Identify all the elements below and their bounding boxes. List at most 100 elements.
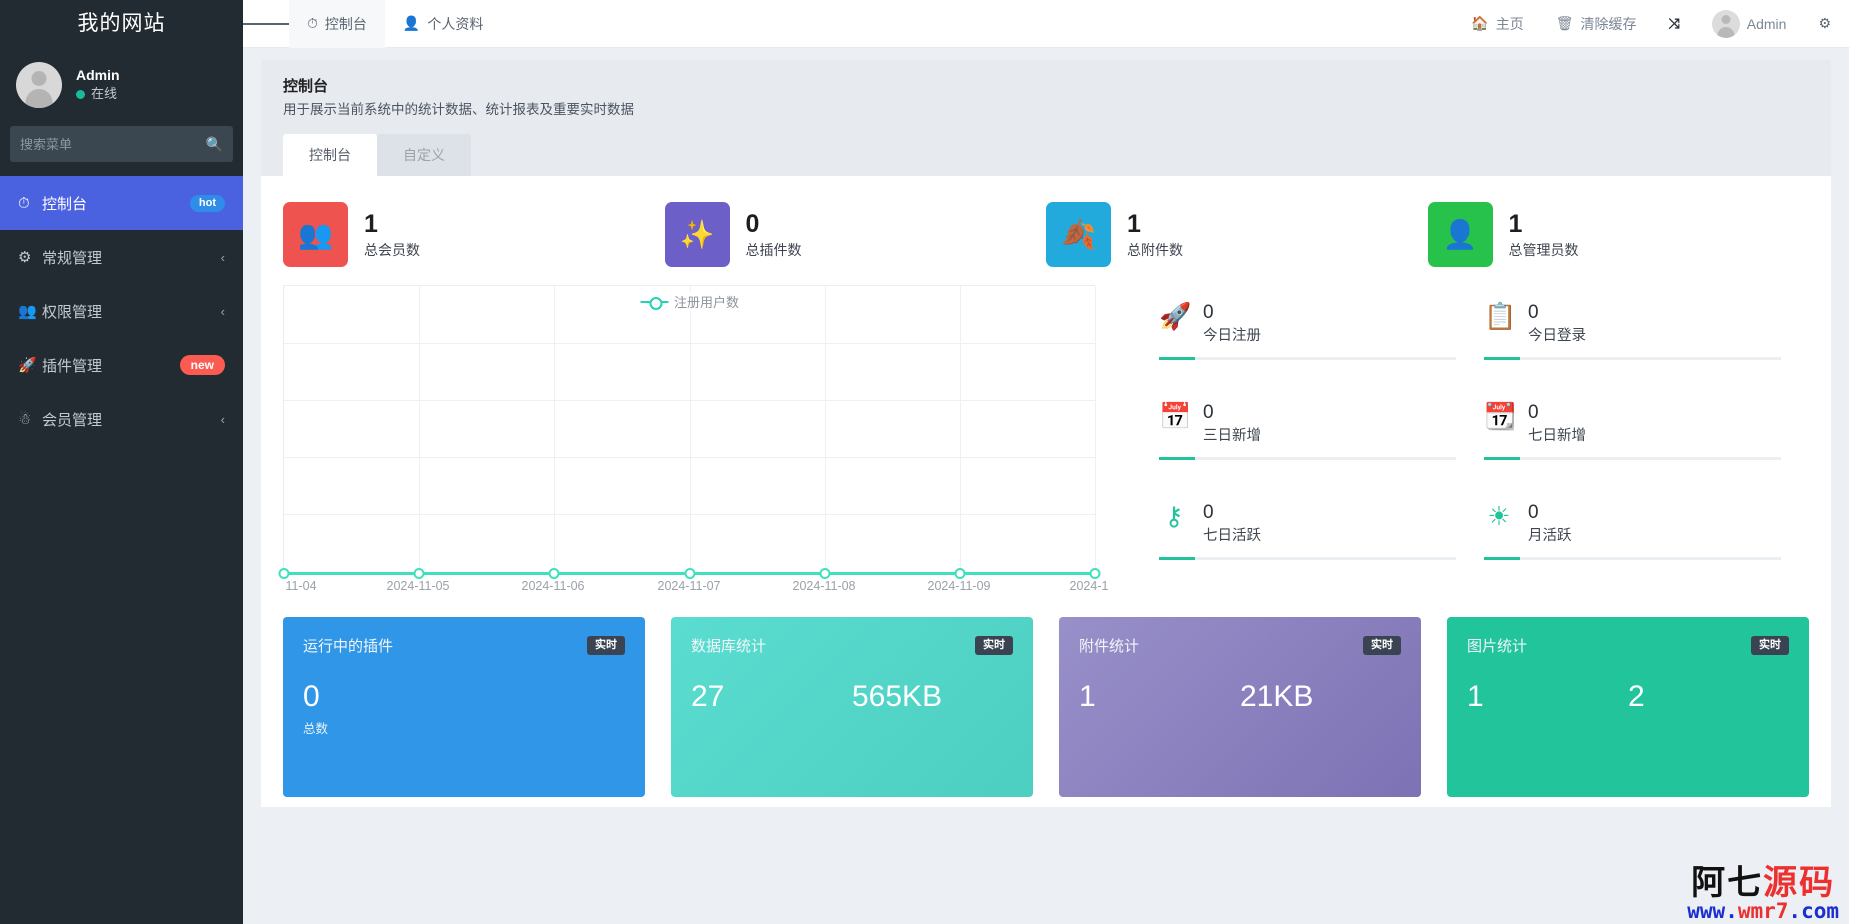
page-description: 用于展示当前系统中的统计数据、统计报表及重要实时数据 [283,98,1809,122]
users-group-icon: 👥 [18,302,42,320]
sidebar-item-label: 会员管理 [42,409,221,430]
sidebar-item-general[interactable]: ⚙ 常规管理 ‹ [0,230,243,284]
card-title: 运行中的插件 [303,635,393,656]
chart-x-axis: 11-04 2024-11-05 2024-11-06 2024-11-07 2… [283,575,1095,601]
id-card-icon: 📋 [1484,301,1514,331]
chart-legend[interactable]: 注册用户数 [634,292,745,311]
mini-stat-value: 0 [1203,301,1261,325]
tab-dashboard-label: 控制台 [325,14,367,34]
sidebar-user-status: 在线 [76,84,120,104]
page-title: 控制台 [283,76,1809,98]
x-tick-label: 11-04 [285,579,316,593]
registration-chart[interactable]: 注册用户数 [283,285,1095,575]
sidebar-item-permission[interactable]: 👥 权限管理 ‹ [0,284,243,338]
card-title: 数据库统计 [691,635,766,656]
x-tick-label: 2024-11-08 [792,579,855,593]
tab-console[interactable]: 控制台 [283,134,377,176]
online-dot-icon [76,90,85,99]
dashboard-icon: ⏱ [18,195,42,212]
card-title: 附件统计 [1079,635,1139,656]
mini-stat-value: 0 [1528,401,1586,425]
progress-bar [1484,457,1781,460]
progress-bar [1159,457,1456,460]
content-scroll: 控制台 用于展示当前系统中的统计数据、统计报表及重要实时数据 控制台 自定义 👥… [243,48,1849,924]
sidebar-item-label: 权限管理 [42,301,221,322]
mini-stat-today-login: 📋 0 今日登录 [1484,301,1809,389]
hamburger-icon[interactable] [243,0,289,48]
home-icon: 🏠 [1471,15,1488,32]
mini-stat-three-day-new: 📅 0 三日新增 [1159,401,1484,489]
card-value [464,678,625,716]
sidebar-user[interactable]: Admin 在线 [0,48,243,126]
progress-bar [1484,357,1781,360]
mini-stat-label: 月活跃 [1528,525,1572,547]
stat-label: 总插件数 [746,239,802,261]
legend-label: 注册用户数 [674,292,739,311]
sidebar-user-status-label: 在线 [91,84,117,104]
panel-body: 👥 1 总会员数 ✨ 0 总插件数 🍂 [261,176,1831,807]
mini-stat-value: 0 [1528,301,1586,325]
users-icon: 👥 [283,202,348,267]
brand-title: 我的网站 [0,0,243,48]
mini-stat-label: 七日新增 [1528,425,1586,447]
status-badge: hot [190,195,225,212]
user-icon: 👤 [403,15,420,32]
progress-bar [1484,557,1781,560]
mini-stat-value: 0 [1203,401,1261,425]
sidebar-item-dashboard[interactable]: ⏱ 控制台 hot [0,176,243,230]
card-image-stats[interactable]: 图片统计 实时 1 2 [1447,617,1809,797]
user-menu[interactable]: Admin [1696,0,1803,48]
realtime-badge: 实时 [975,636,1013,655]
bottom-cards-row: 运行中的插件 实时 0 总数 [283,601,1809,797]
leaf-icon: 🍂 [1046,202,1111,267]
mini-stat-seven-day-new: 📆 0 七日新增 [1484,401,1809,489]
search-box[interactable]: 🔍 [10,126,233,162]
card-sub [464,718,625,737]
trash-icon: 🗑 [1556,15,1574,32]
search-icon[interactable]: 🔍 [206,136,223,153]
tab-profile-label: 个人资料 [427,14,483,34]
card-value: 565KB [852,678,1013,716]
stat-value: 1 [364,209,420,239]
card-value: 21KB [1240,678,1401,716]
card-value: 1 [1467,678,1628,716]
tab-dashboard[interactable]: ⏱ 控制台 [289,0,385,48]
panel-header: 控制台 用于展示当前系统中的统计数据、统计报表及重要实时数据 控制台 自定义 [261,60,1831,176]
sidebar-item-members[interactable]: ☃ 会员管理 ‹ [0,392,243,446]
fullscreen-button[interactable]: ⤨ [1653,0,1696,48]
tab-custom[interactable]: 自定义 [377,134,471,176]
card-running-plugins[interactable]: 运行中的插件 实时 0 总数 [283,617,645,797]
x-tick-label: 2024-11-09 [927,579,990,593]
realtime-badge: 实时 [1751,636,1789,655]
stat-label: 总附件数 [1127,239,1183,261]
mini-stats-grid: 🚀 0 今日注册 📋 [1123,285,1809,601]
mini-stat-value: 0 [1528,501,1572,525]
mini-stat-label: 三日新增 [1203,425,1261,447]
card-database-stats[interactable]: 数据库统计 实时 27 565KB [671,617,1033,797]
chart-column: 注册用户数 [283,285,1123,601]
rocket-icon: 🚀 [1159,301,1189,331]
card-attachment-stats[interactable]: 附件统计 实时 1 21KB [1059,617,1421,797]
sidebar-item-plugins[interactable]: 🚀 插件管理 new [0,338,243,392]
sidebar-menu: ⏱ 控制台 hot ⚙ 常规管理 ‹ 👥 权限管理 ‹ 🚀 插件管理 new ☃ [0,176,243,446]
search-input[interactable] [20,137,206,152]
chevron-left-icon: ‹ [221,304,225,319]
card-value: 1 [1079,678,1240,716]
card-sub: 总数 [303,718,464,737]
card-title: 图片统计 [1467,635,1527,656]
mini-stat-label: 今日注册 [1203,325,1261,347]
clear-cache-button[interactable]: 🗑 清除缓存 [1540,0,1653,48]
rocket-icon: 🚀 [18,356,42,374]
settings-button[interactable]: ⚙ [1802,0,1849,48]
app-root: 我的网站 Admin 在线 🔍 ⏱ 控制台 hot [0,0,1849,924]
x-tick-label: 2024-11-07 [657,579,720,593]
tab-profile[interactable]: 👤 个人资料 [385,0,501,48]
realtime-badge: 实时 [587,636,625,655]
stat-value: 1 [1509,209,1579,239]
user-filled-icon: ☀ [1484,501,1514,531]
mini-stat-label: 七日活跃 [1203,525,1261,547]
realtime-badge: 实时 [1363,636,1401,655]
stat-card-members: 👥 1 总会员数 [283,202,665,267]
home-button[interactable]: 🏠 主页 [1455,0,1539,48]
user-outline-icon: ⚷ [1159,501,1189,531]
